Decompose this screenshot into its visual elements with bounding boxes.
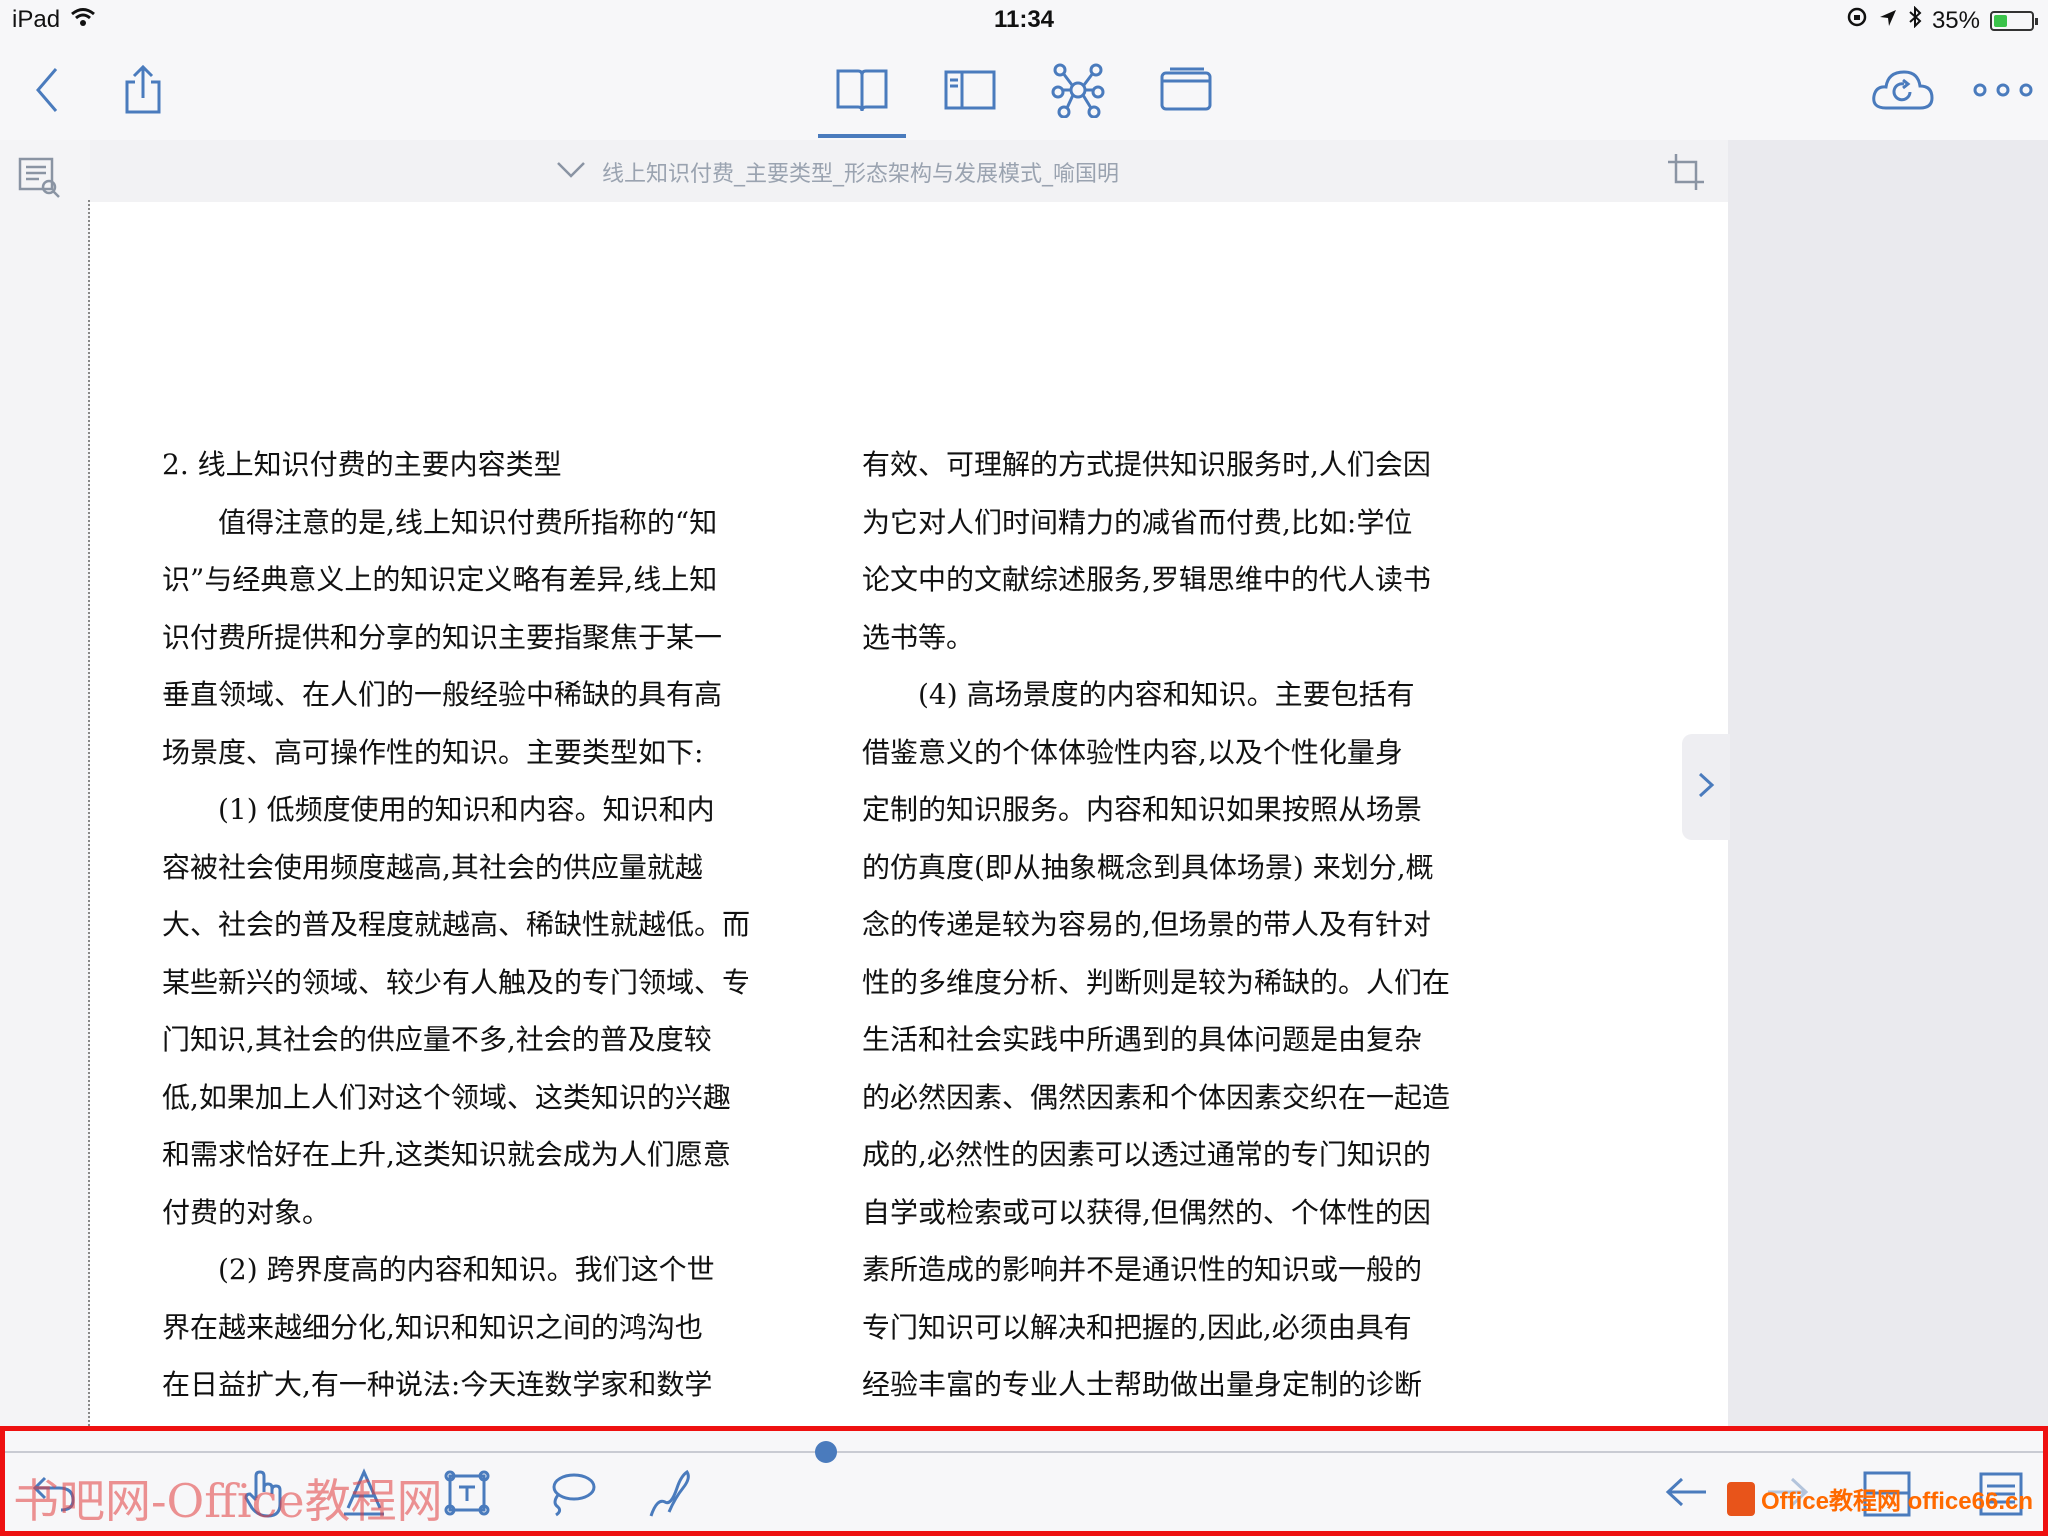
status-time: 11:34	[993, 6, 1055, 33]
text-line: 家之间都难以沟通,听懂对方的话语了。可见现	[162, 1414, 812, 1427]
text-line: 场景度、高可操作性的知识。主要类型如下:	[162, 735, 704, 769]
selection-box-icon[interactable]	[441, 1467, 493, 1519]
status-right: 35%	[1846, 5, 2038, 35]
text-line: 有效、可理解的方式提供知识服务时,人们会因	[862, 448, 1431, 481]
text-line: 2. 线上知识付费的主要内容类型	[162, 448, 562, 481]
cloud-sync-icon[interactable]	[1868, 64, 1938, 116]
text-line: 识付费所提供和分享的知识主要指聚焦于某一	[162, 620, 723, 654]
text-line: 专门知识可以解决和把握的,因此,必须由具有	[862, 1310, 1412, 1344]
status-bar: iPad 11:34 35%	[0, 0, 2048, 40]
hand-icon[interactable]	[239, 1467, 289, 1521]
text-line: 识”与经典意义上的知识定义略有差异,线上知	[162, 563, 718, 596]
bottom-toolbar: 书吧网-Office教程网 Office教程网 office66.cn	[0, 1426, 2048, 1536]
more-icon[interactable]	[1970, 76, 2036, 104]
text-column-left: 2. 线上知识付费的主要内容类型 值得注意的是,线上知识付费所指称的“知 识”与经…	[162, 436, 812, 1426]
location-icon	[1878, 7, 1898, 35]
text-line: 和对策。	[862, 1414, 1512, 1427]
text-line: 容被社会使用频度越高,其社会的供应量就越	[162, 850, 703, 884]
text-line: 自学或检索或可以获得,但偶然的、个体性的因	[862, 1195, 1431, 1229]
text-line: 为它对人们时间精力的减省而付费,比如:学位	[862, 505, 1413, 539]
crop-icon[interactable]	[1664, 150, 1708, 194]
text-line: 在日益扩大,有一种说法:今天连数学家和数学	[162, 1368, 713, 1401]
text-line: 经验丰富的专业人士帮助做出量身定制的诊断	[862, 1368, 1423, 1401]
text-line: 界在越来越细分化,知识和知识之间的鸿沟也	[162, 1310, 703, 1344]
document-title[interactable]: 线上知识付费_主要类型_形态架构与发展模式_喻国明	[602, 156, 1119, 188]
text-line: (2) 跨界度高的内容和知识。我们这个世	[162, 1253, 715, 1286]
text-line: 付费的对象。	[162, 1195, 331, 1229]
text-tool-icon[interactable]	[339, 1467, 389, 1517]
text-line: 的仿真度(即从抽象概念到具体场景) 来划分,概	[862, 850, 1434, 884]
text-line: 某些新兴的领域、较少有人触及的专门领域、专	[162, 965, 751, 999]
document-header: 线上知识付费_主要类型_形态架构与发展模式_喻国明	[90, 140, 1728, 202]
text-line: 值得注意的是,线上知识付费所指称的“知	[162, 505, 718, 539]
battery-level	[1994, 14, 2007, 27]
rotation-lock-icon	[1846, 6, 1868, 35]
battery-percent: 35%	[1931, 6, 1980, 34]
back-arrow-icon[interactable]	[1661, 1467, 1713, 1517]
watermark-right: Office教程网 office66.cn	[1726, 1481, 2033, 1516]
expand-panel-tab[interactable]	[1682, 734, 1730, 840]
text-line: 念的传递是较为容易的,但场景的带人及有针对	[862, 908, 1431, 941]
selected-mode-indicator	[818, 134, 906, 138]
text-line: 论文中的文献综述服务,罗辑思维中的代人读书	[862, 563, 1431, 596]
lasso-icon[interactable]	[543, 1467, 599, 1519]
text-line: 借鉴意义的个体体验性内容,以及个性化量身	[862, 735, 1403, 769]
text-column-right: 有效、可理解的方式提供知识服务时,人们会因 为它对人们时间精力的减省而付费,比如:…	[862, 436, 1512, 1426]
top-toolbar	[0, 40, 2048, 140]
back-chevron-icon[interactable]	[22, 62, 72, 118]
right-side-panel	[1728, 140, 2048, 1426]
page-scrubber-handle[interactable]	[815, 1441, 837, 1463]
window-icon[interactable]	[1158, 62, 1214, 118]
text-line: 性的多维度分析、判断则是较为稀缺的。人们在	[862, 965, 1451, 999]
text-line: 和需求恰好在上升,这类知识就会成为人们愿意	[162, 1138, 731, 1171]
office-logo-icon	[1726, 1481, 1755, 1516]
pen-icon[interactable]	[645, 1467, 697, 1521]
split-view-icon[interactable]	[942, 62, 998, 118]
text-line: 定制的知识服务。内容和知识如果按照从场景	[862, 793, 1423, 826]
page-scrubber-track[interactable]	[5, 1451, 2043, 1453]
text-line: (1) 低频度使用的知识和内容。知识和内	[162, 793, 715, 826]
text-line: 低,如果加上人们对这个领域、这类知识的兴趣	[162, 1080, 731, 1114]
chevron-down-icon[interactable]	[556, 160, 586, 184]
text-line: 垂直领域、在人们的一般经验中稀缺的具有高	[162, 678, 723, 711]
chevron-right-icon	[1697, 771, 1715, 803]
text-line: 的必然因素、偶然因素和个体因素交织在一起造	[862, 1080, 1451, 1114]
text-line: (4) 高场景度的内容和知识。主要包括有	[862, 678, 1415, 711]
watermark-right-text: Office教程网 office66.cn	[1760, 1488, 2033, 1515]
text-line: 门知识,其社会的供应量不多,社会的普及度较	[162, 1023, 712, 1056]
outline-search-icon[interactable]	[16, 154, 62, 200]
document-page[interactable]: 线上知识付费_主要类型_形态架构与发展模式_喻国明 2. 线上知识付费的主要内容…	[90, 140, 1728, 1426]
left-gutter	[0, 140, 88, 1426]
share-icon[interactable]	[118, 62, 168, 118]
text-line: 大、社会的普及程度就越高、稀缺性就越低。而	[162, 908, 751, 941]
book-mode-icon[interactable]	[832, 62, 892, 118]
text-line: 选书等。	[862, 620, 975, 654]
undo-icon[interactable]	[29, 1467, 79, 1517]
text-line: 生活和社会实践中所遇到的具体问题是由复杂	[862, 1023, 1423, 1056]
text-line: 成的,必然性的因素可以透过通常的专门知识的	[862, 1138, 1431, 1171]
battery-icon	[1990, 10, 2038, 31]
text-line: 素所造成的影响并不是通识性的知识或一般的	[862, 1253, 1423, 1286]
bluetooth-icon	[1908, 5, 1922, 35]
mindmap-icon[interactable]	[1048, 60, 1108, 120]
